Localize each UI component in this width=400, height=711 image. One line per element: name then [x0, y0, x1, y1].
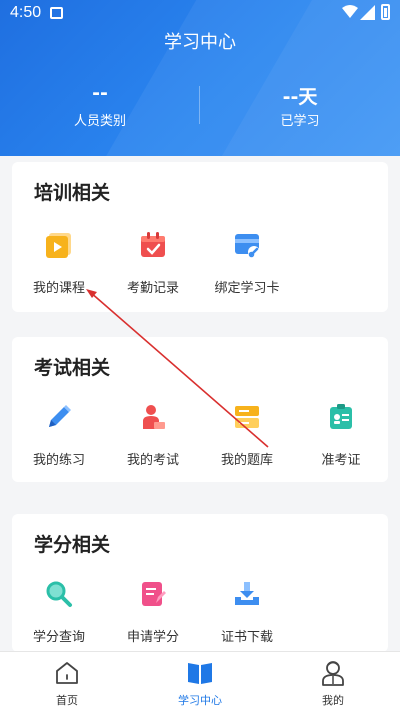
video-play-icon: [46, 233, 71, 258]
tile-label: 学分查询: [32, 630, 85, 645]
stat-value: --: [92, 82, 108, 104]
section-title: 培训相关: [34, 182, 111, 204]
user-icon: [322, 661, 344, 686]
tab-label: 学习中心: [178, 694, 222, 707]
stat-label: 已学习: [280, 114, 320, 129]
tile-label: 我的考试: [126, 453, 179, 468]
attendance-record-button[interactable]: 考勤记录: [106, 228, 200, 296]
tile-label: 证书下载: [220, 630, 273, 645]
tab-home[interactable]: 首页: [0, 658, 134, 708]
tile-label: 考勤记录: [126, 281, 179, 296]
tab-mine[interactable]: 我的: [266, 658, 400, 708]
battery-icon: [381, 4, 390, 20]
tile-label: 我的题库: [220, 453, 273, 468]
book-icon: [188, 663, 212, 684]
admission-ticket-icon: [330, 404, 352, 429]
admission-ticket-button[interactable]: 准考证: [294, 400, 388, 468]
stat-label: 人员类别: [73, 114, 126, 129]
tile-label: 绑定学习卡: [214, 281, 280, 296]
credit-query-button[interactable]: 学分查询: [12, 577, 106, 645]
status-bar: 4:50: [0, 0, 400, 26]
home-icon: [56, 662, 78, 684]
header-banner: 4:50 学习中心 -- 人员类别 --天 已学习: [0, 0, 400, 156]
stat-person-category[interactable]: -- 人员类别: [0, 82, 200, 129]
training-section-card: 培训相关 我的课程 考勤记录 绑定学习卡: [12, 162, 388, 312]
tile-label: 申请学分: [126, 630, 179, 645]
tab-label: 我的: [322, 694, 344, 707]
apply-form-icon: [142, 582, 166, 606]
signal-icon: [360, 5, 375, 20]
credit-section-card: 学分相关 学分查询 申请学分 证书下载: [12, 514, 388, 652]
tab-label: 首页: [56, 694, 78, 707]
gallery-icon: [50, 7, 63, 19]
wifi-icon: [342, 5, 358, 18]
pencil-icon: [49, 405, 71, 427]
tile-label: 我的练习: [32, 453, 85, 468]
bottom-tab-bar: 首页 学习中心 我的: [0, 651, 400, 711]
exam-section-card: 考试相关 我的练习 我的考试 我的题库 准考证: [12, 337, 388, 482]
my-practice-button[interactable]: 我的练习: [12, 400, 106, 468]
download-icon: [235, 582, 259, 605]
my-exam-button[interactable]: 我的考试: [106, 400, 200, 468]
bind-study-card-button[interactable]: 绑定学习卡: [200, 228, 294, 296]
exam-person-icon: [143, 405, 165, 429]
calendar-check-icon: [141, 232, 165, 257]
question-bank-icon: [235, 406, 259, 428]
card-bind-icon: [235, 234, 260, 258]
search-icon: [46, 581, 72, 607]
my-question-bank-button[interactable]: 我的题库: [200, 400, 294, 468]
my-courses-button[interactable]: 我的课程: [12, 228, 106, 296]
tile-label: 我的课程: [32, 281, 85, 296]
status-time: 4:50: [10, 4, 42, 21]
stat-days-learned[interactable]: --天 已学习: [200, 82, 400, 129]
section-title: 考试相关: [34, 357, 111, 379]
tile-label: 准考证: [321, 453, 361, 468]
page-title: 学习中心: [164, 32, 236, 53]
tab-study-center[interactable]: 学习中心: [133, 658, 267, 708]
apply-credit-button[interactable]: 申请学分: [106, 577, 200, 645]
stat-value: --天: [282, 86, 318, 108]
section-title: 学分相关: [34, 534, 111, 556]
certificate-download-button[interactable]: 证书下载: [200, 577, 294, 645]
